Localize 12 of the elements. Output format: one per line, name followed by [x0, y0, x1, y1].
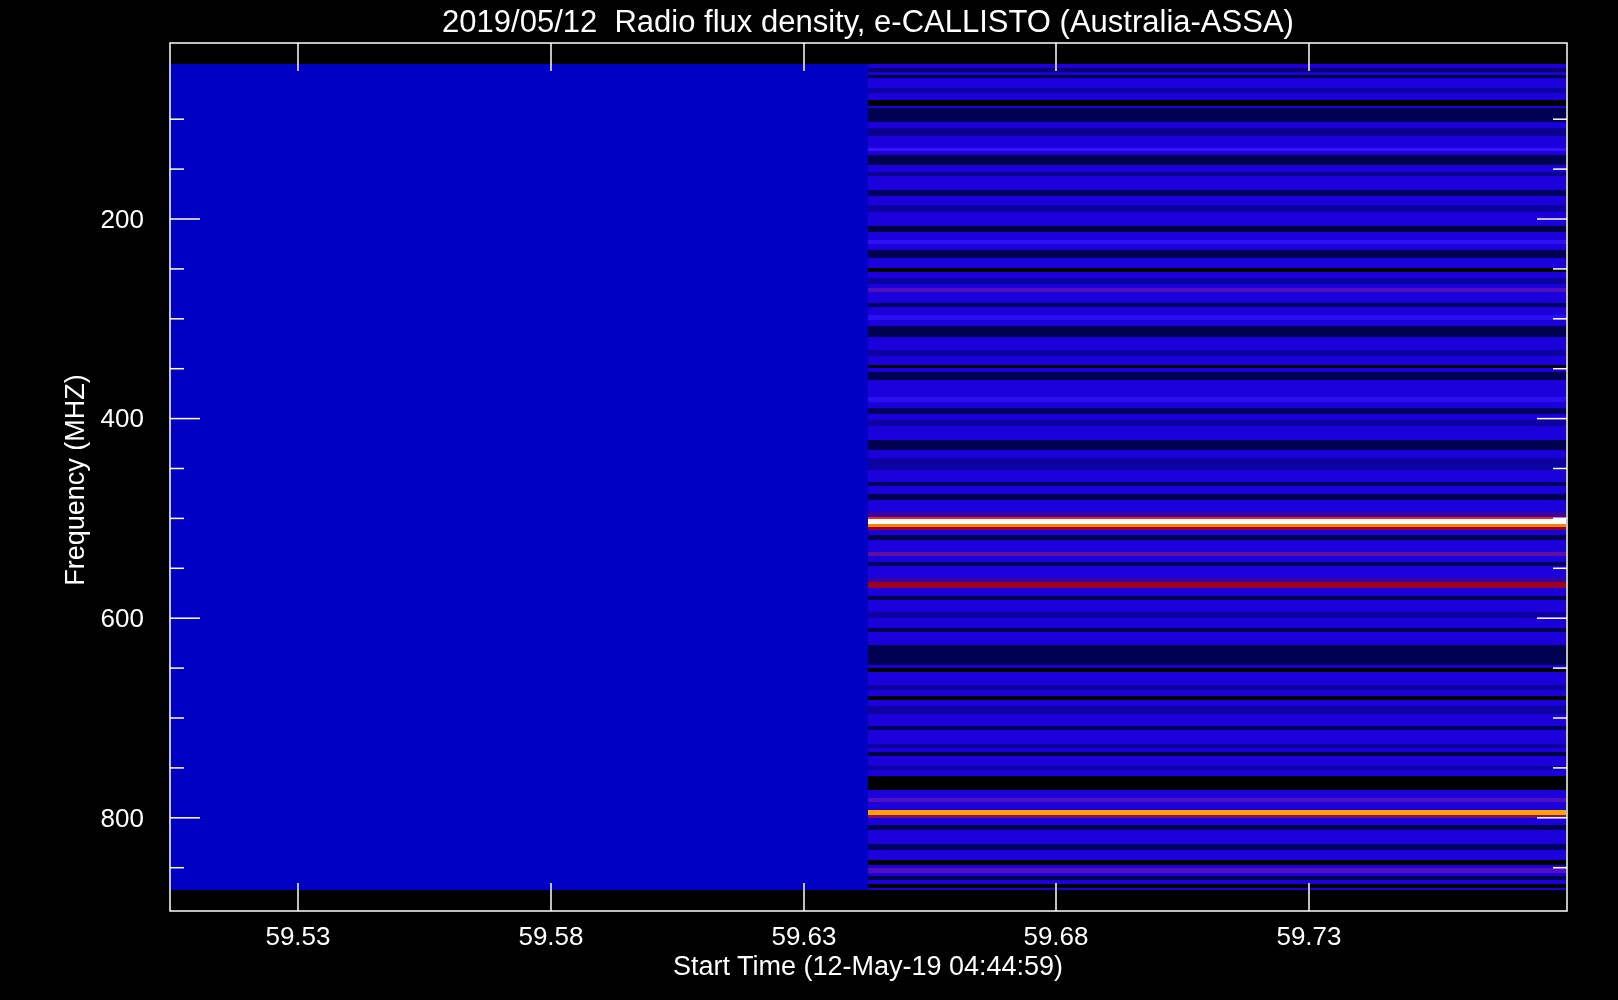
tick-label: 59.68: [1023, 921, 1089, 951]
axis-title: Start Time (12-May-19 04:44:59): [672, 951, 1064, 981]
tick-label: 400: [100, 403, 144, 433]
plot-title: 2019/05/12 Radio flux density, e-CALLISTO (Australia-ASSA): [442, 4, 1294, 39]
tick-label: 800: [100, 803, 144, 833]
axis-title: Frequency (MHZ): [60, 374, 90, 586]
tick-label: 59.53: [265, 921, 331, 951]
tick-label: 59.58: [518, 921, 584, 951]
tick-label: 600: [100, 603, 144, 633]
tick-label: 59.63: [771, 921, 837, 951]
tick-label: 59.73: [1276, 921, 1342, 951]
tick-label: 200: [100, 204, 144, 234]
